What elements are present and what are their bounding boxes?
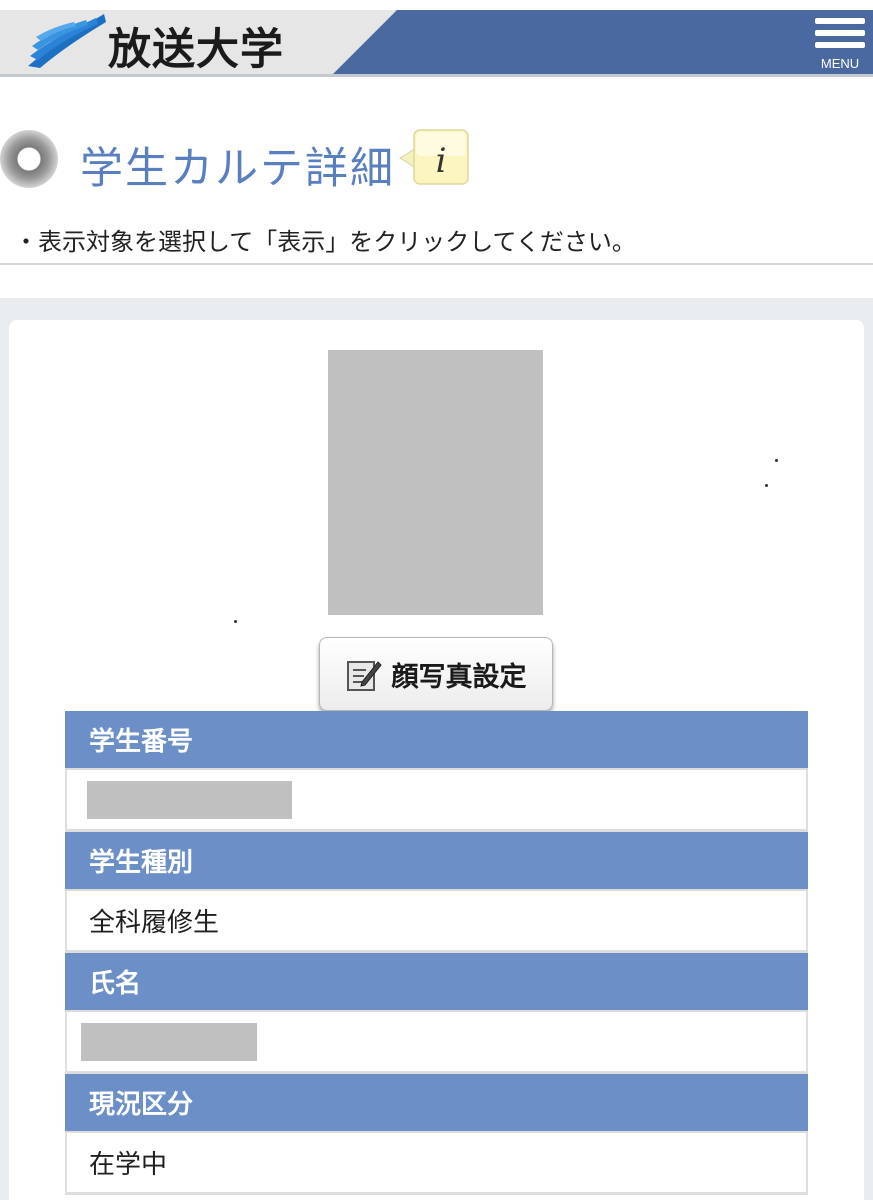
menu-button[interactable]: MENU xyxy=(810,16,870,72)
student-info-table: 学生番号 学生種別 全科履修生 氏名 現況区分 在学中 xyxy=(65,711,808,1195)
student-name-header: 氏名 xyxy=(65,953,808,1012)
hamburger-icon xyxy=(815,30,865,36)
student-type-label: 学生種別 xyxy=(89,848,194,878)
student-type-row: 全科履修生 xyxy=(65,891,808,953)
enrollment-status-row: 在学中 xyxy=(65,1133,808,1195)
page-title: 学生カルテ詳細 xyxy=(80,144,395,194)
dot-mark xyxy=(765,484,768,487)
brand-name[interactable]: 放送大学 xyxy=(108,15,284,77)
info-icon[interactable]: i xyxy=(398,128,472,186)
hamburger-icon xyxy=(815,18,865,24)
enrollment-status-header: 現況区分 xyxy=(65,1074,808,1133)
face-photo-settings-button[interactable]: 顔写真設定 xyxy=(319,637,553,711)
face-photo-settings-label: 顔写真設定 xyxy=(391,661,527,693)
student-type-header: 学生種別 xyxy=(65,832,808,891)
university-logo-icon[interactable] xyxy=(26,12,106,70)
student-type-value: 全科履修生 xyxy=(89,908,220,938)
student-number-row xyxy=(65,770,808,832)
menu-label: MENU xyxy=(820,56,860,71)
student-number-label: 学生番号 xyxy=(89,727,194,757)
instruction-text: ・表示対象を選択して「表示」をクリックしてください。 xyxy=(14,228,636,256)
student-number-header: 学生番号 xyxy=(65,711,808,770)
enrollment-status-label: 現況区分 xyxy=(89,1090,194,1120)
hamburger-icon xyxy=(815,42,865,48)
dot-mark xyxy=(234,620,237,623)
edit-note-icon xyxy=(346,661,382,691)
face-photo-redacted xyxy=(328,350,543,615)
dot-mark xyxy=(775,459,778,462)
student-name-row xyxy=(65,1012,808,1074)
student-name-label: 氏名 xyxy=(89,969,142,999)
site-header: 放送大学 MENU xyxy=(0,0,873,77)
title-ring-icon xyxy=(0,130,58,188)
section-divider xyxy=(0,263,873,265)
student-name-redacted xyxy=(81,1022,257,1061)
enrollment-status-value: 在学中 xyxy=(89,1150,168,1180)
info-glyph: i xyxy=(436,141,447,181)
student-number-redacted xyxy=(87,780,292,819)
